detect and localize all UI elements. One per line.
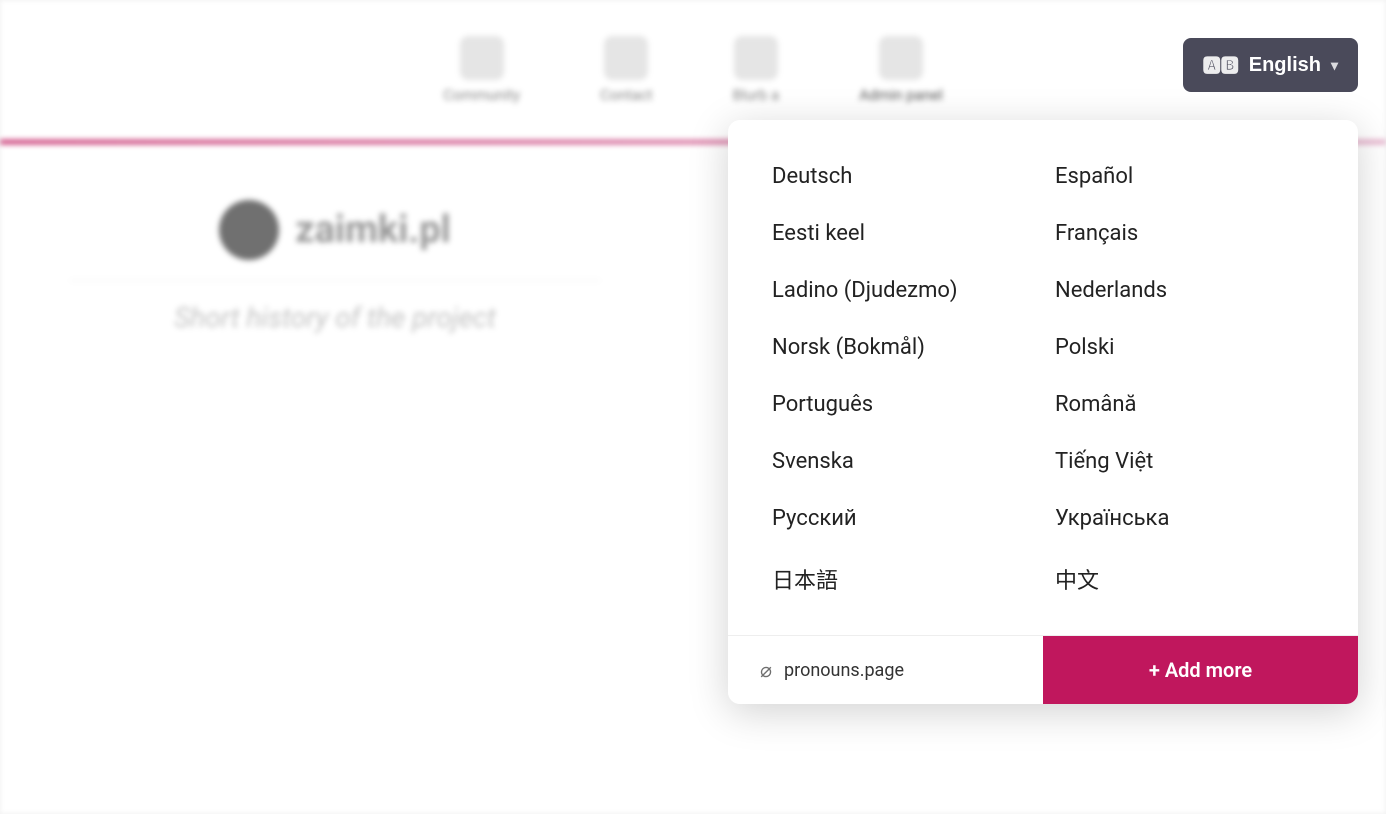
bg-header: Community Contact Blurb a Admin panel bbox=[0, 0, 1386, 140]
bg-logo: zaimki.pl bbox=[219, 200, 450, 260]
dropdown-footer: ⌀ pronouns.page + Add more bbox=[728, 635, 1358, 704]
bg-content-card: zaimki.pl Short history of the project bbox=[30, 160, 640, 580]
language-list: Deutsch Español Eesti keel Français Ladi… bbox=[728, 120, 1358, 631]
bg-nav-contact: Contact bbox=[600, 36, 652, 104]
language-label: English bbox=[1249, 54, 1321, 77]
lang-option-ukrainian[interactable]: Українська bbox=[1043, 490, 1326, 547]
language-dropdown: Deutsch Español Eesti keel Français Ladi… bbox=[728, 120, 1358, 704]
bg-nav-blurb: Blurb a bbox=[733, 36, 780, 104]
lang-option-espanol[interactable]: Español bbox=[1043, 148, 1326, 205]
language-selector-button[interactable]: 🅰🅱 English ▾ bbox=[1183, 38, 1358, 92]
lang-option-tieng-viet[interactable]: Tiếng Việt bbox=[1043, 433, 1326, 490]
chevron-down-icon: ▾ bbox=[1331, 57, 1338, 74]
bg-nav-admin: Admin panel bbox=[859, 36, 943, 104]
lang-option-svenska[interactable]: Svenska bbox=[760, 433, 1043, 490]
add-more-button[interactable]: + Add more bbox=[1043, 636, 1358, 704]
pronouns-page-link[interactable]: ⌀ pronouns.page bbox=[728, 636, 1043, 704]
lang-option-polski[interactable]: Polski bbox=[1043, 319, 1326, 376]
translate-icon: 🅰🅱 bbox=[1203, 52, 1239, 78]
lang-option-ladino[interactable]: Ladino (Djudezmo) bbox=[760, 262, 1043, 319]
lang-option-romana[interactable]: Română bbox=[1043, 376, 1326, 433]
lang-option-chinese[interactable]: 中文 bbox=[1043, 547, 1326, 611]
lang-option-portugues[interactable]: Português bbox=[760, 376, 1043, 433]
lang-option-nederlands[interactable]: Nederlands bbox=[1043, 262, 1326, 319]
lang-option-deutsch[interactable]: Deutsch bbox=[760, 148, 1043, 205]
bg-nav-community: Community bbox=[443, 36, 520, 104]
add-more-label: + Add more bbox=[1149, 658, 1252, 682]
lang-option-japanese[interactable]: 日本語 bbox=[760, 547, 1043, 611]
pronouns-page-label: pronouns.page bbox=[784, 660, 904, 681]
link-icon: ⌀ bbox=[760, 658, 772, 682]
lang-option-francais[interactable]: Français bbox=[1043, 205, 1326, 262]
lang-option-russian[interactable]: Русский bbox=[760, 490, 1043, 547]
lang-option-norsk[interactable]: Norsk (Bokmål) bbox=[760, 319, 1043, 376]
lang-option-eesti[interactable]: Eesti keel bbox=[760, 205, 1043, 262]
